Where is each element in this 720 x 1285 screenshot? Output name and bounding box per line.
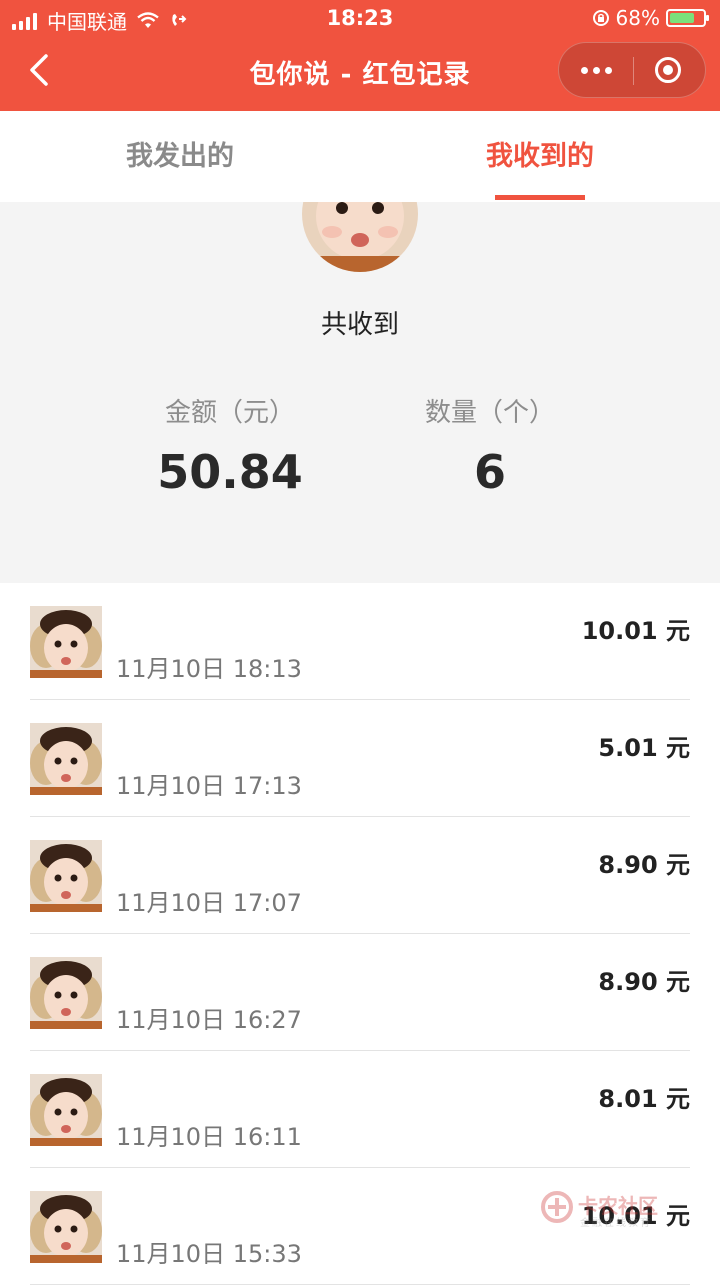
status-right: 68% — [592, 6, 709, 30]
status-bar: 中国联通 18:23 68% — [0, 0, 720, 38]
record-amount: 8.90 元 — [598, 968, 690, 996]
count-stat: 数量（个） 6 — [360, 392, 620, 499]
record-time: 11月10日 15:33 — [116, 1240, 302, 1268]
top-bar: 中国联通 18:23 68% 包你说 - 红包记录 — [0, 0, 720, 111]
sender-avatar — [30, 1074, 102, 1146]
record-time: 11月10日 17:13 — [116, 772, 302, 800]
close-mini-program-button[interactable] — [631, 43, 705, 97]
baby-face-avatar-icon — [30, 1191, 102, 1263]
sender-avatar — [30, 840, 102, 912]
record-amount: 10.01 元 — [581, 617, 690, 645]
mini-program-capsule — [558, 42, 706, 98]
baby-face-avatar-icon — [30, 840, 102, 912]
baby-face-avatar-icon — [302, 202, 418, 272]
total-received-label: 共收到 — [320, 310, 399, 340]
baby-face-avatar-icon — [30, 723, 102, 795]
amount-stat: 金额（元） 50.84 — [100, 392, 360, 499]
baby-face-avatar-icon — [30, 606, 102, 678]
tab-received[interactable]: 我收到的 — [360, 111, 720, 202]
record-time: 11月10日 16:11 — [116, 1123, 302, 1151]
sender-avatar — [30, 723, 102, 795]
record-amount: 8.90 元 — [598, 851, 690, 879]
record-time: 11月10日 16:27 — [116, 1006, 302, 1034]
record-row[interactable]: 11月10日 17:07 8.90 元 — [30, 817, 690, 934]
amount-value: 50.84 — [157, 445, 303, 499]
more-menu-button[interactable] — [559, 43, 633, 97]
sender-avatar — [30, 957, 102, 1029]
battery-percent: 68% — [615, 6, 660, 30]
count-label: 数量（个） — [424, 398, 555, 428]
watermark-subtext: 金融在线教育 — [580, 1218, 652, 1229]
record-row[interactable]: 11月10日 18:13 10.01 元 — [30, 583, 690, 700]
count-value: 6 — [473, 445, 506, 499]
user-avatar — [302, 202, 418, 272]
record-amount: 8.01 元 — [598, 1085, 690, 1113]
record-row[interactable]: 11月10日 17:13 5.01 元 — [30, 700, 690, 817]
record-tabs: 我发出的 我收到的 — [0, 111, 720, 202]
battery-icon — [666, 9, 709, 27]
baby-face-avatar-icon — [30, 957, 102, 1029]
record-time: 11月10日 18:13 — [116, 655, 302, 683]
sender-avatar — [30, 606, 102, 678]
record-time: 11月10日 17:07 — [116, 889, 302, 917]
tab-sent[interactable]: 我发出的 — [0, 111, 360, 202]
record-row[interactable]: 11月10日 16:11 8.01 元 — [30, 1051, 690, 1168]
rotation-lock-icon — [592, 10, 609, 26]
watermark: 卡农社区 金融在线教育 — [540, 1190, 670, 1230]
amount-label: 金额（元） — [164, 398, 295, 428]
watermark-logo-icon — [541, 1191, 573, 1223]
record-row[interactable]: 11月10日 16:27 8.90 元 — [30, 934, 690, 1051]
record-amount: 5.01 元 — [598, 734, 690, 762]
sender-avatar — [30, 1191, 102, 1263]
summary-panel: 共收到 金额（元） 50.84 数量（个） 6 — [0, 202, 720, 583]
nav-bar: 包你说 - 红包记录 — [0, 38, 720, 111]
more-dots-icon — [580, 66, 588, 74]
active-tab-indicator — [495, 195, 585, 200]
target-circle-icon — [655, 57, 681, 83]
baby-face-avatar-icon — [30, 1074, 102, 1146]
